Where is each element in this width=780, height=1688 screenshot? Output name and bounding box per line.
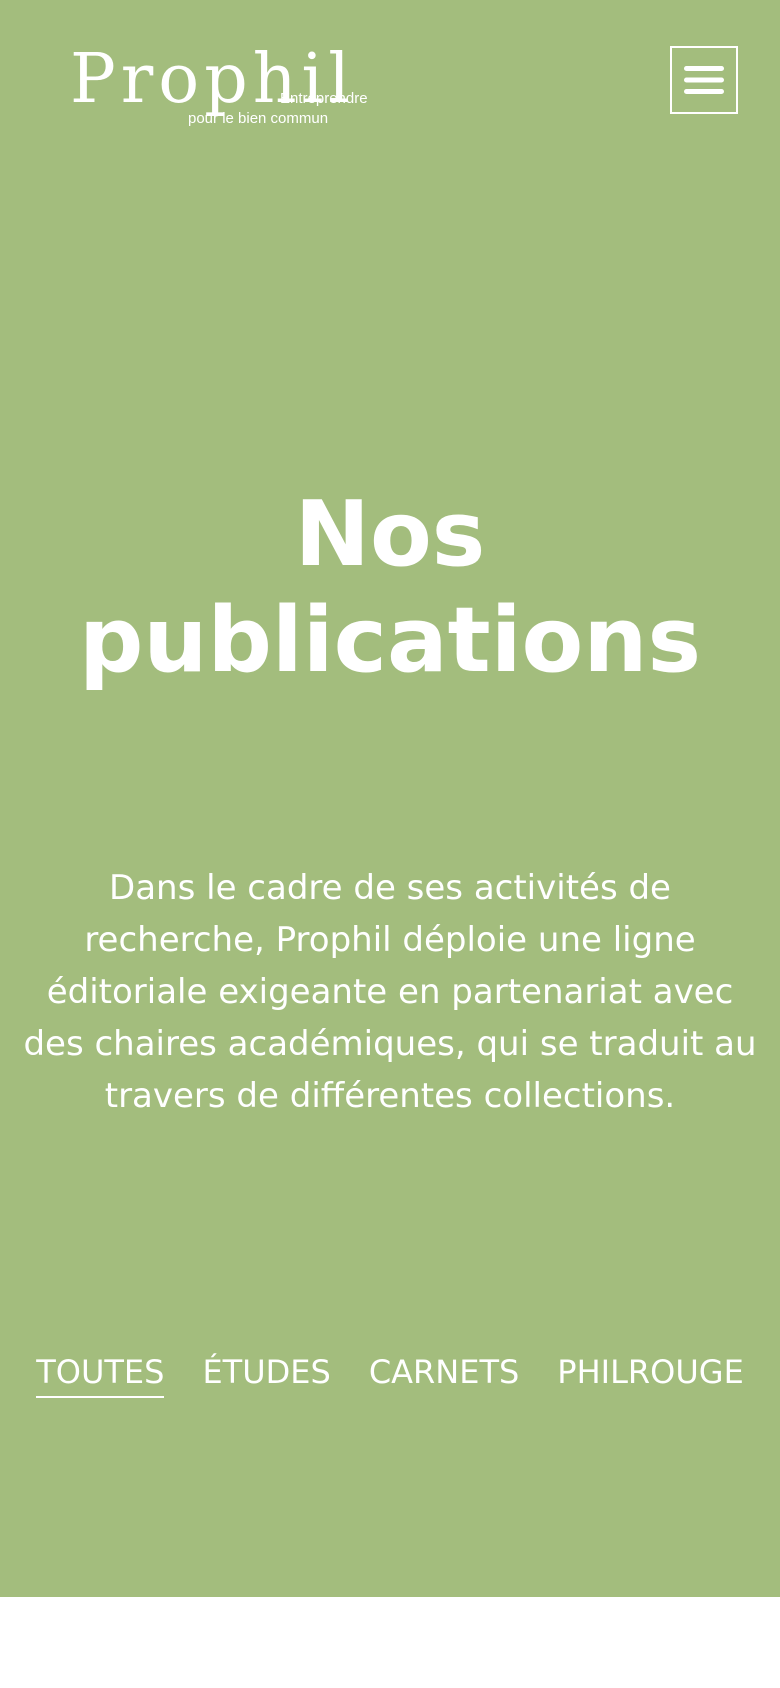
page-description: Dans le cadre de ses activités de recher…: [23, 868, 757, 1116]
hamburger-menu-icon: [684, 66, 724, 94]
logo-tagline-line1: Entreprendre: [280, 90, 368, 107]
tab-philrouge[interactable]: PHILROUGE: [557, 1350, 743, 1398]
tab-toutes[interactable]: TOUTES: [36, 1350, 165, 1398]
prophil-logo[interactable]: Prophil Entreprendre pour le bien commun: [70, 44, 380, 134]
hero-section: Prophil Entreprendre pour le bien commun…: [0, 0, 780, 1597]
publication-filter-tabs: TOUTES ÉTUDES CARNETS PHILROUGE: [0, 1350, 780, 1398]
logo-tagline-line2: pour le bien commun: [188, 110, 329, 127]
tab-carnets[interactable]: CARNETS: [369, 1350, 519, 1398]
page-title: Nos publications: [78, 482, 702, 693]
menu-button[interactable]: [670, 46, 738, 114]
tab-etudes[interactable]: ÉTUDES: [202, 1350, 330, 1398]
